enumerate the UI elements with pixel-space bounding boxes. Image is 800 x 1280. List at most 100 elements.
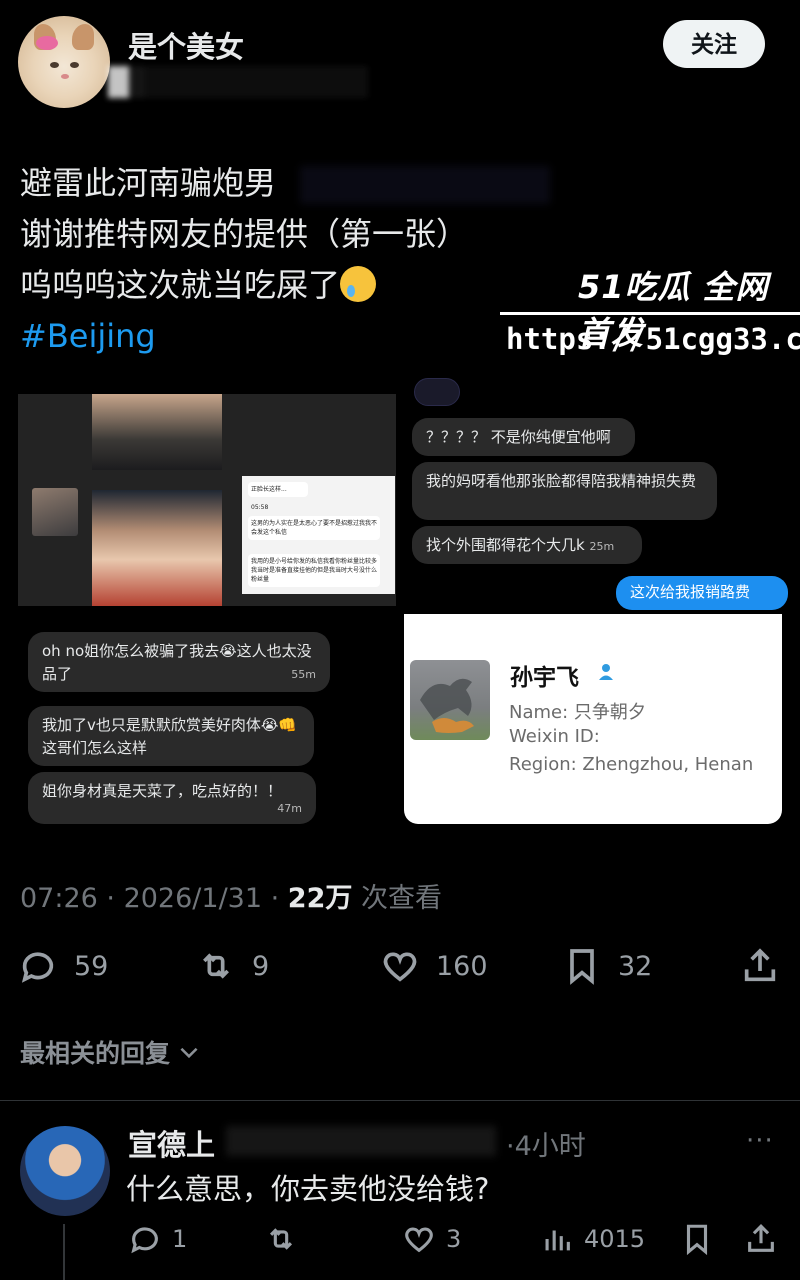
follow-button[interactable]: 关注 bbox=[663, 20, 765, 68]
reply-author-name[interactable]: 宣德上 bbox=[128, 1122, 215, 1164]
retweet-icon bbox=[269, 1228, 293, 1250]
author-avatar[interactable] bbox=[18, 16, 110, 108]
chat-bubble-text: 我加了v也只是默默欣赏美好肉体😭👊这哥们怎么这样 bbox=[42, 716, 298, 757]
chat-bubble: 我的妈呀看他那张脸都得陪我精神损失费 bbox=[412, 462, 717, 520]
divider bbox=[0, 1100, 800, 1101]
reply-text: 什么意思，你去卖他没给钱? bbox=[126, 1172, 490, 1206]
separator-dot: · bbox=[506, 1131, 515, 1162]
reply-like-count: 3 bbox=[446, 1225, 462, 1253]
heart-icon bbox=[383, 952, 417, 982]
watermark-url: https://51cgg33.com bbox=[506, 322, 800, 356]
replies-sort-label: 最相关的回复 bbox=[20, 1039, 171, 1068]
photo-man-top bbox=[92, 394, 222, 470]
retweet-count: 9 bbox=[252, 950, 270, 982]
author-handle-redacted bbox=[108, 66, 368, 98]
chat-bubble-sent: 这次给我报销路费 bbox=[616, 576, 788, 610]
author-display-name[interactable]: 是个美女 bbox=[128, 24, 244, 66]
reply-count: 59 bbox=[74, 950, 109, 982]
views-count: 22万 bbox=[287, 883, 353, 914]
crying-face-icon bbox=[340, 266, 377, 302]
retweet-icon bbox=[203, 953, 229, 979]
contact-name: 孙宇飞 bbox=[510, 665, 579, 691]
tweet-date: 2026/1/31 bbox=[123, 883, 263, 914]
chat-bubble: oh no姐你怎么被骗了我去😭这人也太没品了 55m bbox=[28, 632, 330, 692]
like-count: 160 bbox=[436, 950, 488, 982]
reply-actions: 1 3 4015 bbox=[0, 1218, 800, 1262]
contact-name-field: Name: 只争朝夕 bbox=[509, 702, 646, 723]
chat-bubble: 找个外围都得花个大几k 25m bbox=[412, 526, 642, 564]
separator-dot: · bbox=[270, 883, 288, 914]
avatar-eye bbox=[50, 62, 59, 68]
tweet-meta: 07:26 · 2026/1/31 · 22万 次查看 bbox=[20, 876, 442, 915]
chat-bubble-text: 找个外围都得花个大几k bbox=[426, 536, 585, 554]
photo-man-selfie bbox=[92, 490, 222, 606]
chevron-down-icon bbox=[180, 1047, 198, 1059]
hashtag-link[interactable]: #Beijing bbox=[20, 311, 580, 362]
views-label: 次查看 bbox=[360, 883, 442, 914]
heart-icon bbox=[405, 1227, 433, 1253]
chat-bubble-time: 25m bbox=[589, 540, 615, 553]
chat-bubble-text: 这次给我报销路费 bbox=[630, 583, 751, 601]
bookmark-icon bbox=[570, 949, 594, 985]
reply-views-button[interactable]: 4015 bbox=[540, 1222, 645, 1256]
photo-thumbnail bbox=[32, 488, 78, 536]
reply-reply-count: 1 bbox=[172, 1225, 188, 1253]
chat-bubble: ？？？？ 不是你纯便宜他啊 bbox=[412, 418, 635, 456]
tweet-line: 谢谢推特网友的提供（第一张） bbox=[20, 215, 469, 253]
chat-screenshot-small: 正脸长这样... 05:58 这男的为人实在是太恶心了要不是招惹过我我不会发这个… bbox=[242, 476, 395, 594]
share-button[interactable] bbox=[740, 946, 780, 986]
chat-bubble-text: 姐你身材真是天菜了，吃点好的！！ bbox=[42, 782, 283, 800]
like-button[interactable]: 160 bbox=[380, 946, 488, 986]
avatar-ear bbox=[72, 24, 94, 50]
watermark-divider bbox=[500, 312, 800, 315]
tweet-actions: 59 9 160 32 bbox=[0, 940, 800, 996]
reply-share-button[interactable] bbox=[744, 1222, 778, 1256]
bookmark-count: 32 bbox=[618, 950, 653, 982]
reply-view-count: 4015 bbox=[584, 1225, 646, 1253]
replies-sort-dropdown[interactable]: 最相关的回复 bbox=[20, 1034, 202, 1070]
redacted-text bbox=[300, 166, 550, 204]
reply-icon bbox=[131, 1227, 158, 1254]
reply-handle-redacted bbox=[226, 1126, 496, 1156]
chat-bubble-time: 55m bbox=[291, 668, 316, 681]
avatar-eye bbox=[70, 62, 79, 68]
bookmark-button[interactable]: 32 bbox=[562, 946, 652, 986]
chat-bubble-text: 我的妈呀看他那张脸都得陪我精神损失费 bbox=[426, 472, 697, 490]
tweet-line: 呜呜呜这次就当吃屎了 bbox=[20, 260, 580, 311]
chat-bubble: 我加了v也只是默默欣赏美好肉体😭👊这哥们怎么这样 bbox=[28, 706, 314, 766]
horse-icon bbox=[420, 678, 474, 733]
chat-time: 05:58 bbox=[251, 504, 269, 511]
reply-time: ·4小时 bbox=[506, 1124, 586, 1163]
chat-bubble: 姐你身材真是天菜了，吃点好的！！ 47m bbox=[28, 772, 316, 824]
avatar-bow bbox=[36, 36, 58, 50]
tweet-time: 07:26 bbox=[20, 883, 98, 914]
chat-bubble-time: 47m bbox=[277, 802, 302, 815]
reply-bookmark-button[interactable] bbox=[680, 1222, 714, 1256]
chat-bubble: 我用的是小号给你发的私信我看你粉丝量比较多 我当时是准备直接挂他的但是我当时大号… bbox=[248, 554, 380, 587]
separator-dot: · bbox=[106, 883, 124, 914]
reply-icon bbox=[21, 952, 54, 983]
chat-bubble-text: oh no姐你怎么被骗了我去😭这人也太没品了 bbox=[42, 642, 312, 683]
reply-reply-button[interactable]: 1 bbox=[128, 1222, 187, 1256]
reply-like-button[interactable]: 3 bbox=[402, 1222, 461, 1256]
reply-button[interactable]: 59 bbox=[18, 946, 108, 986]
bookmark-icon bbox=[686, 1224, 708, 1256]
share-icon bbox=[748, 1224, 774, 1252]
bar-chart-icon bbox=[545, 1230, 570, 1251]
chat-bubble-text: ？？？？ 不是你纯便宜他啊 bbox=[426, 428, 611, 446]
person-icon bbox=[596, 662, 616, 682]
contact-weixin-field: Weixin ID: bbox=[509, 726, 600, 747]
share-icon bbox=[744, 948, 776, 982]
chat-bubble: 正脸长这样... bbox=[248, 482, 308, 497]
retweet-button[interactable]: 9 bbox=[196, 946, 269, 986]
partial-bubble bbox=[414, 378, 460, 406]
contact-avatar bbox=[410, 660, 490, 740]
reply-retweet-button[interactable] bbox=[264, 1222, 298, 1256]
contact-region-field: Region: Zhengzhou, Henan bbox=[509, 754, 754, 775]
reply-time-text: 4小时 bbox=[514, 1131, 586, 1162]
tweet-line-text: 呜呜呜这次就当吃屎了 bbox=[20, 266, 341, 304]
more-options-button[interactable]: ··· bbox=[746, 1126, 774, 1156]
chat-bubble: 这男的为人实在是太恶心了要不是招惹过我我不会发这个私信 bbox=[248, 516, 380, 540]
avatar-nose bbox=[61, 74, 69, 79]
reply-author-avatar[interactable] bbox=[20, 1126, 110, 1216]
